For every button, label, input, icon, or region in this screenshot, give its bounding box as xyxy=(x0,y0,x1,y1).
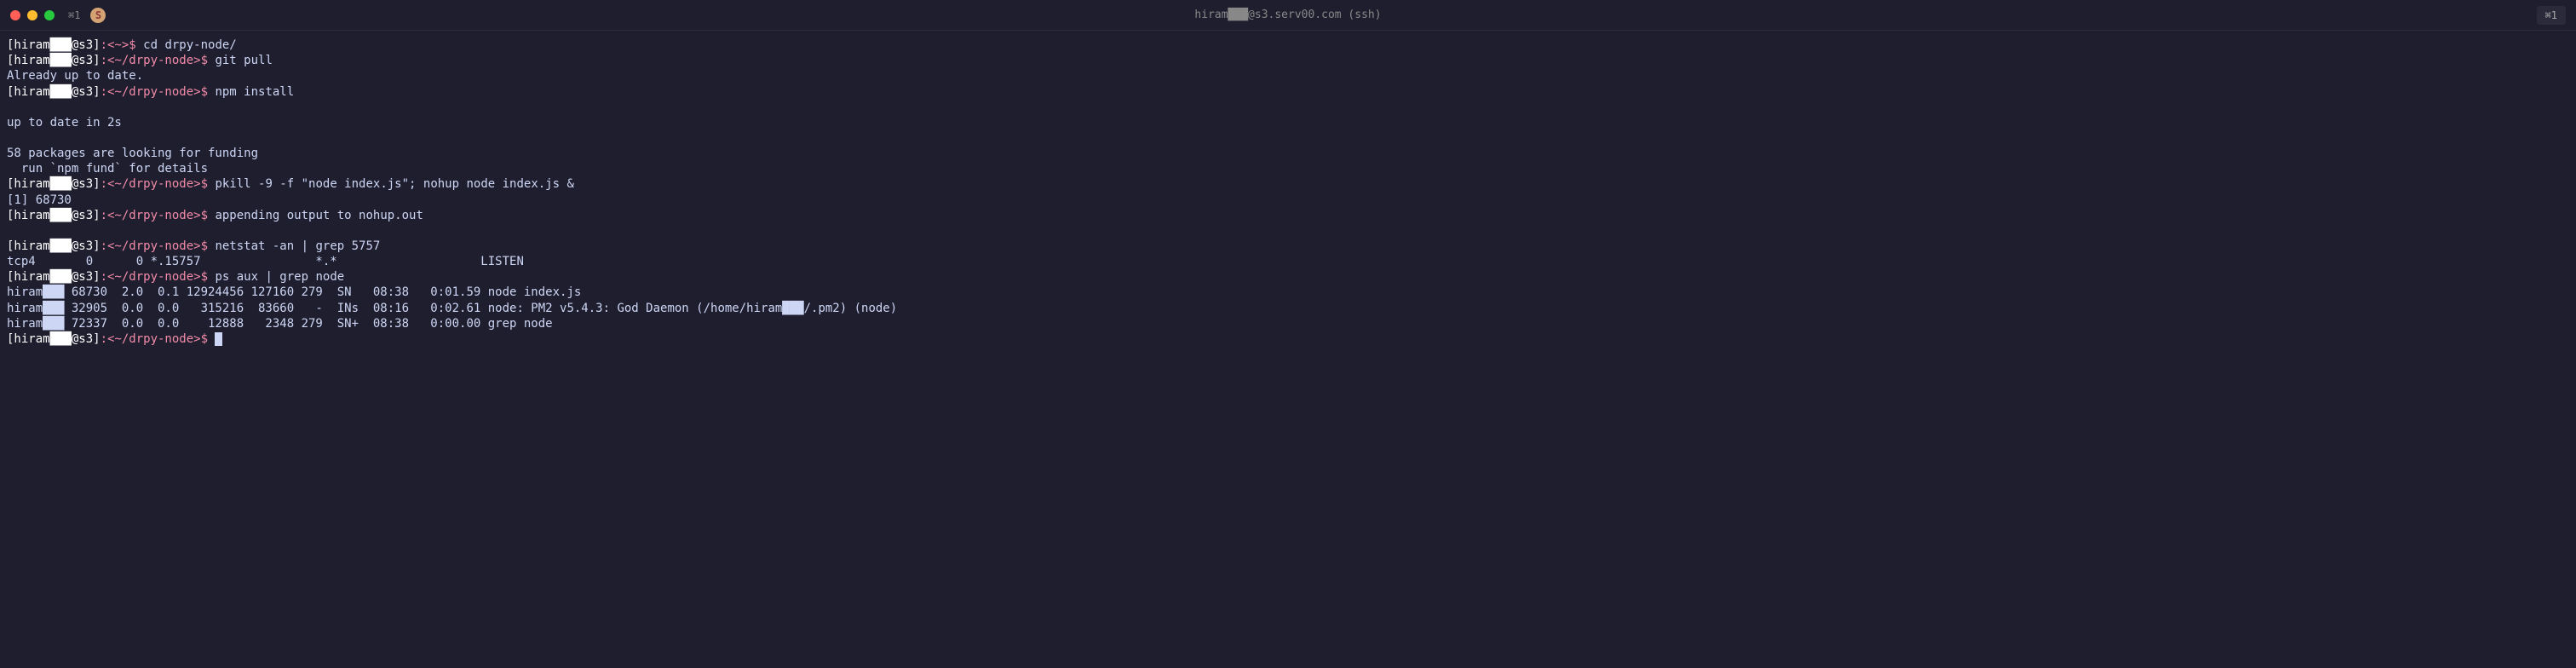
output-text: hiram███ 72337 0.0 0.0 12888 2348 279 SN… xyxy=(7,317,553,331)
prompt-path: :<~/drpy-node> xyxy=(101,177,201,191)
prompt-user: [hiram███@s3] xyxy=(7,177,101,191)
output-text: up to date in 2s xyxy=(7,116,122,130)
cursor xyxy=(215,332,222,346)
titlebar: ⌘1 S hiram███@s3.serv00.com (ssh) ⌘1 xyxy=(0,0,2576,31)
right-shortcut: ⌘1 xyxy=(2537,6,2566,25)
terminal-line: hiram███ 32905 0.0 0.0 315216 83660 - IN… xyxy=(7,301,2569,316)
terminal-line: run `npm fund` for details xyxy=(7,161,2569,176)
terminal-line: hiram███ 72337 0.0 0.0 12888 2348 279 SN… xyxy=(7,316,2569,331)
terminal-line xyxy=(7,130,2569,146)
command-text: pkill -9 -f "node index.js"; nohup node … xyxy=(215,177,573,191)
prompt-user: [hiram███@s3] xyxy=(7,38,101,52)
prompt-dollar: $ xyxy=(201,239,216,253)
prompt-dollar: $ xyxy=(201,270,216,284)
terminal-line: [hiram███@s3]:<~>$ cd drpy-node/ xyxy=(7,37,2569,53)
prompt-path: :<~> xyxy=(101,38,129,52)
prompt-path: :<~/drpy-node> xyxy=(101,332,201,346)
session-icon: S xyxy=(90,8,106,23)
terminal-line: [hiram███@s3]:<~/drpy-node>$ ps aux | gr… xyxy=(7,269,2569,285)
tab-indicator: ⌘1 S xyxy=(68,8,106,23)
prompt-user: [hiram███@s3] xyxy=(7,209,101,222)
close-button[interactable] xyxy=(10,10,20,20)
terminal-line xyxy=(7,223,2569,239)
output-text: run `npm fund` for details xyxy=(7,162,208,176)
terminal-line: [1] 68730 xyxy=(7,193,2569,208)
output-text: hiram███ 32905 0.0 0.0 315216 83660 - IN… xyxy=(7,302,897,315)
command-text: netstat -an | grep 5757 xyxy=(215,239,380,253)
command-text: git pull xyxy=(215,54,272,67)
traffic-lights xyxy=(10,10,55,20)
prompt-user: [hiram███@s3] xyxy=(7,54,101,67)
terminal-line xyxy=(7,100,2569,115)
maximize-button[interactable] xyxy=(44,10,55,20)
prompt-path: :<~/drpy-node> xyxy=(101,270,201,284)
prompt-path: :<~/drpy-node> xyxy=(101,239,201,253)
prompt-dollar: $ xyxy=(201,85,216,99)
prompt-user: [hiram███@s3] xyxy=(7,270,101,284)
prompt-dollar: $ xyxy=(201,332,216,346)
prompt-dollar: $ xyxy=(129,38,143,52)
terminal-line: [hiram███@s3]:<~/drpy-node>$ npm install xyxy=(7,84,2569,100)
command-text: ps aux | grep node xyxy=(215,270,344,284)
terminal-line: 58 packages are looking for funding xyxy=(7,146,2569,161)
prompt-user: [hiram███@s3] xyxy=(7,85,101,99)
terminal-line: [hiram███@s3]:<~/drpy-node>$ appending o… xyxy=(7,208,2569,223)
minimize-button[interactable] xyxy=(27,10,37,20)
terminal-line: [hiram███@s3]:<~/drpy-node>$ netstat -an… xyxy=(7,239,2569,254)
tab-shortcut: ⌘1 xyxy=(68,9,80,21)
output-text: Already up to date. xyxy=(7,69,143,83)
output-text: 58 packages are looking for funding xyxy=(7,147,258,160)
terminal-content[interactable]: [hiram███@s3]:<~>$ cd drpy-node/[hiram██… xyxy=(0,31,2576,354)
command-text: npm install xyxy=(215,85,294,99)
prompt-path: :<~/drpy-node> xyxy=(101,54,201,67)
terminal-line: tcp4 0 0 *.15757 *.* LISTEN xyxy=(7,254,2569,269)
prompt-path: :<~/drpy-node> xyxy=(101,209,201,222)
prompt-dollar: $ xyxy=(201,177,216,191)
command-text: cd drpy-node/ xyxy=(143,38,237,52)
terminal-line: hiram███ 68730 2.0 0.1 12924456 127160 2… xyxy=(7,285,2569,300)
prompt-dollar: $ xyxy=(201,54,216,67)
prompt-user: [hiram███@s3] xyxy=(7,239,101,253)
prompt-user: [hiram███@s3] xyxy=(7,332,101,346)
output-text: tcp4 0 0 *.15757 *.* LISTEN xyxy=(7,255,524,268)
terminal-line: [hiram███@s3]:<~/drpy-node>$ pkill -9 -f… xyxy=(7,176,2569,192)
command-text: appending output to nohup.out xyxy=(215,209,423,222)
output-text: hiram███ 68730 2.0 0.1 12924456 127160 2… xyxy=(7,285,581,299)
prompt-path: :<~/drpy-node> xyxy=(101,85,201,99)
window-title: hiram███@s3.serv00.com (ssh) xyxy=(1194,9,1381,21)
output-text: [1] 68730 xyxy=(7,193,72,207)
terminal-line: Already up to date. xyxy=(7,68,2569,84)
terminal-line: up to date in 2s xyxy=(7,115,2569,130)
terminal-line: [hiram███@s3]:<~/drpy-node>$ git pull xyxy=(7,53,2569,68)
terminal-line: [hiram███@s3]:<~/drpy-node>$ xyxy=(7,331,2569,347)
prompt-dollar: $ xyxy=(201,209,216,222)
